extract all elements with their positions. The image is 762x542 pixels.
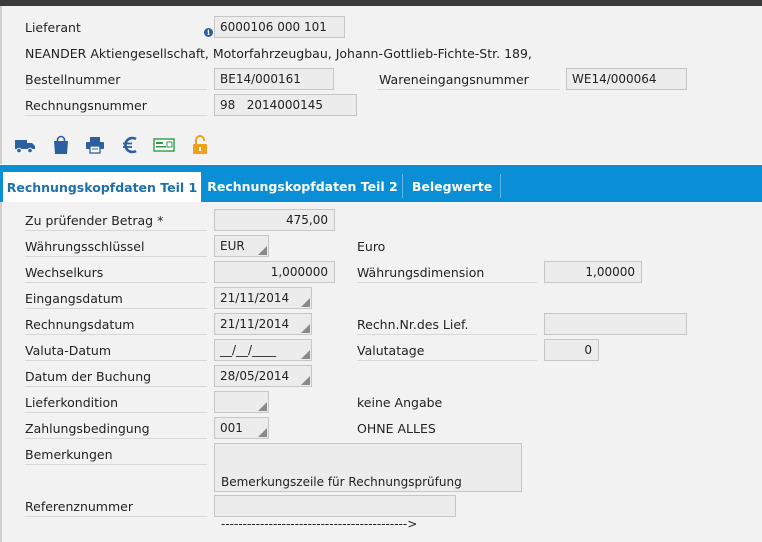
wareneingang-label: Wareneingangsnummer	[379, 72, 529, 87]
referenz-underline	[25, 516, 207, 517]
wareneingang-field[interactable]: WE14/000064	[566, 68, 687, 90]
valuta-underline	[25, 360, 207, 361]
lieferkondition-description: keine Angabe	[357, 395, 443, 410]
zahlungsbedingung-label: Zahlungsbedingung	[25, 421, 150, 436]
rechnungsdatum-underline	[25, 334, 207, 335]
tab-separator	[402, 174, 403, 198]
referenz-label: Referenznummer	[25, 499, 133, 514]
rechnr-lief-underline	[357, 334, 537, 335]
lieferkondition-label: Lieferkondition	[25, 395, 119, 410]
rechnungsnummer-field[interactable]: 98 2014000145	[214, 94, 357, 116]
betrag-underline	[25, 230, 207, 231]
rechnungsdatum-field[interactable]: 21/11/2014	[214, 313, 312, 335]
eingangsdatum-label: Eingangsdatum	[25, 291, 123, 306]
wechselkurs-underline	[25, 282, 207, 283]
dimension-label: Währungsdimension	[357, 265, 485, 280]
buchung-field[interactable]: 28/05/2014	[214, 365, 312, 387]
tab-bar: Rechnungskopfdaten Teil 1 Rechnungskopfd…	[0, 165, 762, 202]
lieferkondition-select[interactable]	[214, 391, 269, 413]
truck-icon[interactable]	[14, 134, 36, 156]
euro-icon[interactable]	[119, 134, 141, 156]
bemerkungen-label: Bemerkungen	[25, 447, 113, 462]
betrag-field[interactable]: 475,00	[214, 209, 335, 231]
invoice-header: Lieferant i 6000106 000 101 NEANDER Akti…	[0, 6, 762, 164]
waehrung-label: Währungsschlüssel	[25, 239, 145, 254]
tab-rechnungskopfdaten-1[interactable]: Rechnungskopfdaten Teil 1	[3, 172, 201, 202]
valuta-field[interactable]: __/__/____	[214, 339, 312, 361]
waehrung-select[interactable]: EUR	[214, 235, 269, 257]
shopping-bag-icon[interactable]	[50, 134, 72, 156]
referenz-field[interactable]	[214, 495, 456, 517]
valutatage-underline	[357, 360, 537, 361]
tab-belegwerte[interactable]: Belegwerte	[405, 172, 499, 202]
rechnr-lief-field[interactable]	[544, 313, 687, 335]
lieferant-label: Lieferant	[25, 20, 81, 35]
wareneingang-underline	[377, 89, 560, 90]
waehrung-underline	[25, 256, 207, 257]
bemerkungen-underline	[25, 464, 207, 465]
wechselkurs-label: Wechselkurs	[25, 265, 104, 280]
lieferant-field[interactable]: 6000106 000 101	[214, 16, 345, 38]
buchung-label: Datum der Buchung	[25, 369, 152, 384]
valutatage-label: Valutatage	[357, 343, 425, 358]
vendor-address: NEANDER Aktiengesellschaft, Motorfahrzeu…	[25, 46, 532, 61]
rechnr-lief-label: Rechn.Nr.des Lief.	[357, 317, 469, 332]
unlock-icon[interactable]	[189, 134, 211, 156]
rechnungsnummer-label: Rechnungsnummer	[25, 98, 147, 113]
eingangsdatum-underline	[25, 308, 207, 309]
zahlungsbedingung-underline	[25, 438, 207, 439]
dimension-field[interactable]: 1,00000	[544, 261, 642, 283]
bemerkungen-textarea[interactable]: Bemerkungszeile für Rechnungsprüfung ---…	[214, 443, 522, 531]
printer-icon[interactable]	[84, 134, 106, 156]
bestellnummer-underline	[25, 89, 207, 90]
valutatage-field[interactable]: 0	[544, 339, 599, 361]
tab-rechnungskopfdaten-2[interactable]: Rechnungskopfdaten Teil 2	[205, 172, 400, 202]
eingangsdatum-field[interactable]: 21/11/2014	[214, 287, 312, 309]
payment-card-icon[interactable]	[153, 134, 175, 156]
rechnungsdatum-label: Rechnungsdatum	[25, 317, 135, 332]
buchung-underline	[25, 386, 207, 387]
bestellnummer-field[interactable]: BE14/000161	[214, 68, 334, 90]
form-panel: Zu prüfender Betrag * 475,00 Währungssch…	[0, 202, 762, 542]
betrag-label: Zu prüfender Betrag *	[25, 213, 164, 228]
waehrung-description: Euro	[357, 239, 386, 254]
zahlungsbedingung-select[interactable]: 001	[214, 417, 269, 439]
lieferkondition-underline	[25, 412, 207, 413]
zahlungsbedingung-description: OHNE ALLES	[357, 421, 436, 436]
wechselkurs-field[interactable]: 1,000000	[214, 261, 335, 283]
rechnungsnummer-underline	[25, 115, 207, 116]
dimension-underline	[357, 282, 537, 283]
bemerkungen-line-1: Bemerkungszeile für Rechnungsprüfung	[221, 475, 462, 489]
info-icon[interactable]: i	[204, 28, 213, 37]
bestellnummer-label: Bestellnummer	[25, 72, 121, 87]
valuta-label: Valuta-Datum	[25, 343, 111, 358]
bemerkungen-line-2: ----------------------------------------…	[221, 517, 418, 531]
tab-separator	[500, 174, 501, 198]
